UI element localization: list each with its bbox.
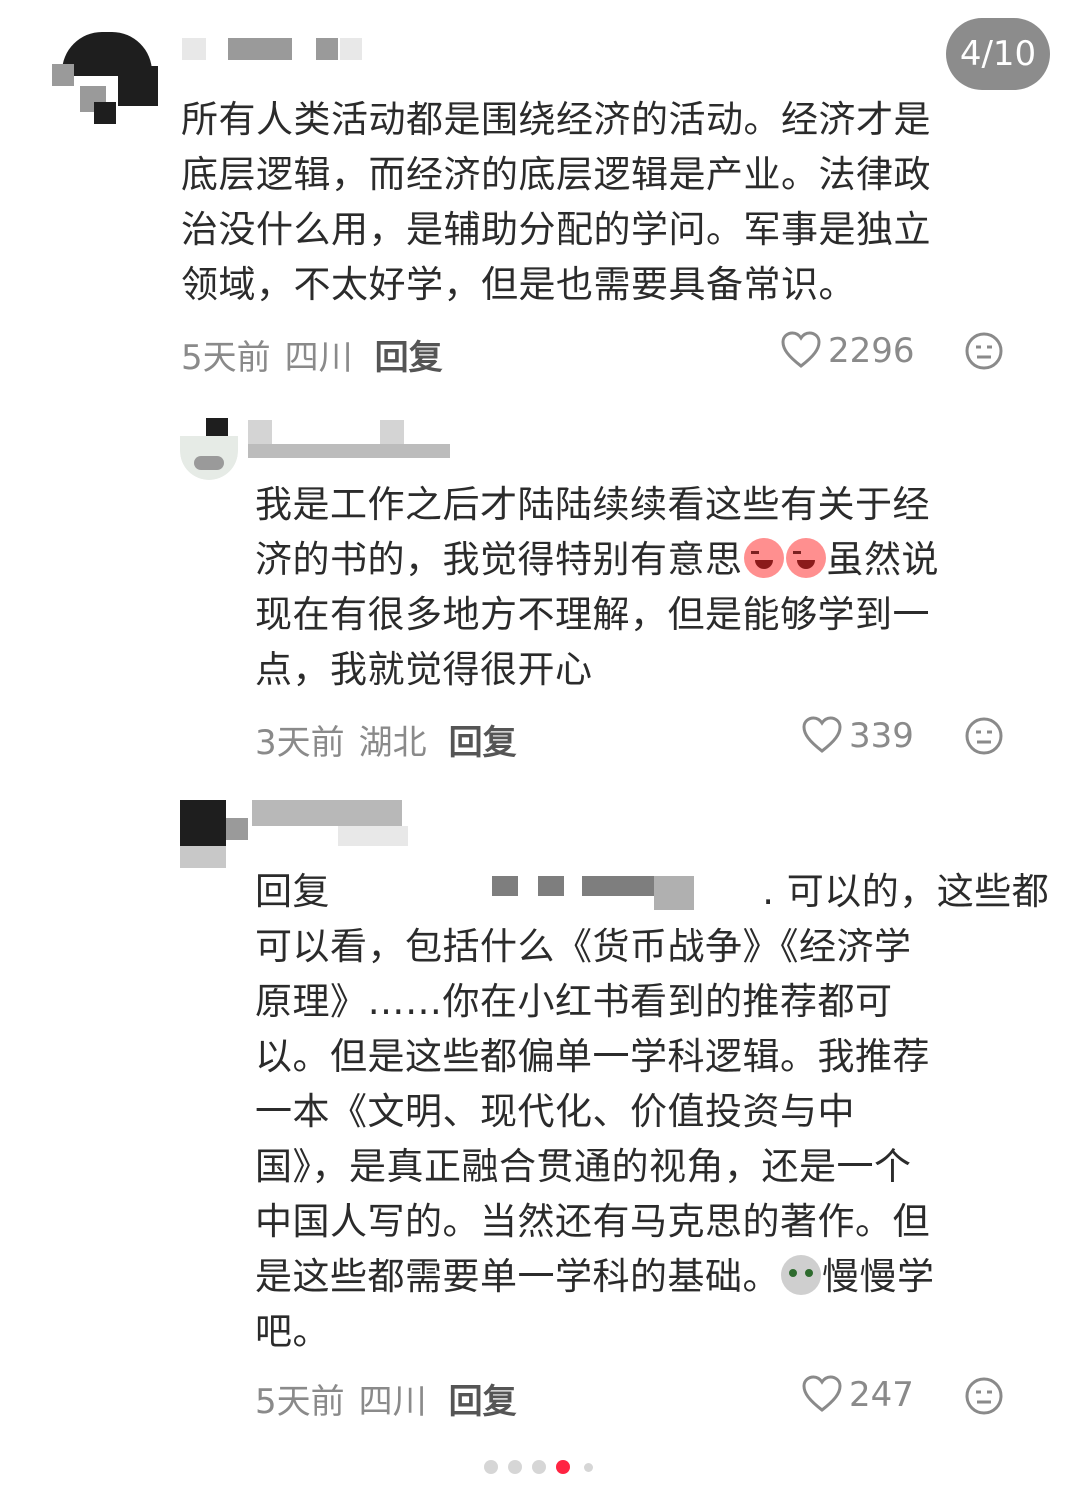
avatar[interactable] — [180, 418, 238, 480]
comment-line: 原理》……你在小红书看到的推荐都可 — [255, 980, 893, 1023]
reply-prefix: 回复 — [255, 870, 330, 913]
carousel-dot[interactable] — [484, 1460, 498, 1474]
comment-line: 底层逻辑，而经济的底层逻辑是产业。法律政 — [181, 153, 931, 196]
comment-line: 是这些都需要单一学科的基础。 慢慢学 — [255, 1249, 1049, 1304]
comment-line-part: 慢慢学 — [822, 1255, 935, 1298]
reaction-face-icon[interactable] — [964, 716, 1004, 756]
heart-icon — [802, 716, 842, 753]
mention-redacted[interactable] — [342, 870, 695, 910]
laughing-face-emoji — [785, 538, 826, 578]
reply-button[interactable]: 回复 — [449, 1382, 517, 1422]
cat-face-emoji — [781, 1255, 821, 1295]
comment-meta: 3天前 湖北 回复 — [255, 715, 517, 764]
comment-line: 以。但是这些都偏单一学科逻辑。我推荐 — [255, 1035, 930, 1078]
comment-time: 5天前 — [181, 338, 271, 378]
comment-time: 5天前 — [255, 1382, 345, 1422]
comment-line: 我是工作之后才陆陆续续看这些有关于经 — [255, 483, 930, 526]
comment-location: 四川 — [284, 338, 353, 378]
heart-icon — [781, 331, 821, 368]
like-count: 2296 — [828, 331, 915, 371]
comment-location: 湖北 — [358, 723, 427, 763]
comment-text: 我是工作之后才陆陆续续看这些有关于经 济的书的，我觉得特别有意思 虽然说 现在有很… — [255, 477, 939, 697]
username-redacted[interactable] — [182, 38, 362, 60]
comment-line: 济的书的，我觉得特别有意思 虽然说 — [255, 532, 939, 587]
avatar[interactable] — [180, 800, 248, 868]
username-redacted[interactable] — [252, 800, 462, 846]
reaction-face-icon[interactable] — [964, 331, 1004, 371]
comment-location: 四川 — [358, 1382, 427, 1422]
comment-line: 领域，不太好学，但是也需要具备常识。 — [181, 263, 856, 306]
comment-line-part: 济的书的，我觉得特别有意思 — [255, 538, 743, 581]
comment-line: 中国人写的。当然还有马克思的著作。但 — [255, 1200, 930, 1243]
carousel-dot-active[interactable] — [556, 1460, 570, 1474]
comment-text: 所有人类活动都是围绕经济的活动。经济才是 底层逻辑，而经济的底层逻辑是产业。法律… — [181, 92, 931, 312]
heart-icon — [802, 1375, 842, 1412]
comment-line-part: 是这些都需要单一学科的基础。 — [255, 1255, 780, 1298]
comment-line: 治没什么用，是辅助分配的学问。军事是独立 — [181, 208, 931, 251]
username-redacted[interactable] — [248, 420, 450, 460]
comment-line: 点，我就觉得很开心 — [255, 648, 593, 691]
comment-text: 回复 . 可以的，这些都 可以看，包括什么《货币战争》《经济学 原理》……你在小… — [255, 864, 1049, 1359]
comment-time: 3天前 — [255, 723, 345, 763]
comment-line: 国》，是真正融合贯通的视角，还是一个 — [255, 1145, 912, 1188]
comment-screen: 4/10 所有人类活动都是围绕经济的活动。经济才是 底层逻辑，而经济的底层逻辑是… — [0, 0, 1080, 1500]
comment-line: 吧。 — [255, 1310, 330, 1353]
like-button[interactable]: 2296 — [780, 330, 915, 371]
like-count: 247 — [849, 1375, 914, 1415]
avatar[interactable] — [52, 26, 162, 126]
comment-line-part: 虽然说 — [826, 538, 939, 581]
comment-line: 可以看，包括什么《货币战争》《经济学 — [255, 925, 912, 968]
reply-button[interactable]: 回复 — [375, 338, 443, 378]
like-count: 339 — [849, 716, 914, 756]
comment-line: 所有人类活动都是围绕经济的活动。经济才是 — [181, 98, 931, 141]
comment-meta: 5天前 四川 回复 — [255, 1374, 517, 1423]
comment-line: 一本《文明、现代化、价值投资与中 — [255, 1090, 855, 1133]
comment-line: 现在有很多地方不理解，但是能够学到一 — [255, 593, 930, 636]
carousel-dot[interactable] — [584, 1463, 593, 1472]
comment-line: 回复 . 可以的，这些都 — [255, 864, 1049, 919]
reaction-face-icon[interactable] — [964, 1376, 1004, 1416]
laughing-face-emoji — [743, 538, 784, 578]
like-button[interactable]: 247 — [801, 1374, 914, 1415]
comment-meta: 5天前 四川 回复 — [181, 330, 443, 379]
like-button[interactable]: 339 — [801, 715, 914, 756]
carousel-dot[interactable] — [508, 1460, 522, 1474]
carousel-dot[interactable] — [532, 1460, 546, 1474]
image-counter-badge: 4/10 — [946, 18, 1050, 90]
comment-line-part: . 可以的，这些都 — [762, 870, 1050, 913]
reply-button[interactable]: 回复 — [449, 723, 517, 763]
